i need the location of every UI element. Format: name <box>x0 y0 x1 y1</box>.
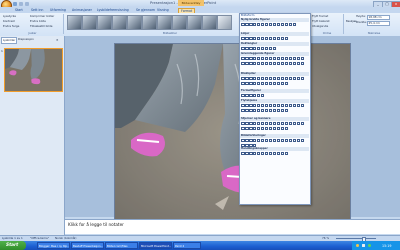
height-field[interactable]: 18,98 cm <box>367 14 390 20</box>
status-slide-count: Lysbilde 1 av 1 <box>2 236 23 240</box>
slide-thumbnail[interactable] <box>4 48 63 92</box>
gallery-category: Rektangler <box>240 42 309 46</box>
system-tray <box>352 241 400 250</box>
status-theme: "Office-tema" <box>30 236 50 240</box>
group-label-arrange: Ordne <box>322 31 332 35</box>
height-label: Høyde: <box>356 14 366 18</box>
network-icon[interactable] <box>356 243 359 247</box>
picture-style-2[interactable] <box>82 15 97 30</box>
group-label-styles: Bildestiler <box>163 31 177 35</box>
clock: 15:19 <box>382 243 392 248</box>
gallery-shape-row[interactable] <box>241 22 307 28</box>
contrast-button[interactable]: Kontrast <box>3 20 15 23</box>
recolor-button[interactable]: Endre farge <box>3 25 19 28</box>
tab-slideshow[interactable]: Lysbildefremvisning <box>97 8 129 13</box>
pane-close-icon[interactable]: ✕ <box>56 38 59 42</box>
group-label-size: Størrelse <box>367 31 381 35</box>
selection-pane-button[interactable]: Utvalgsrute <box>312 25 328 28</box>
tab-view[interactable]: Visning <box>157 8 169 13</box>
gallery-category: Bildeforklaringer <box>240 134 309 138</box>
gallery-category: Flytskjema <box>240 99 309 103</box>
ribbon-separator <box>63 14 64 34</box>
gallery-shape-row[interactable] <box>241 76 307 87</box>
picture-style-1[interactable] <box>67 15 82 30</box>
gallery-category: Handlingsknapper <box>240 147 309 151</box>
brightness-button[interactable]: Lysstyrke <box>3 15 16 18</box>
reset-picture-button[interactable]: Tilbakestill bilde <box>30 25 53 28</box>
taskbar-item[interactable]: Blogger: Bee i ny tilp... <box>37 242 70 249</box>
picture-style-8[interactable] <box>172 15 187 30</box>
tab-design[interactable]: Utforming <box>50 8 66 13</box>
gallery-category: Grunnleggende figurer <box>240 52 309 56</box>
gallery-shape-row[interactable] <box>241 121 307 132</box>
picture-style-4[interactable] <box>112 15 127 30</box>
start-button[interactable]: Start <box>0 241 26 250</box>
tab-start[interactable]: Start <box>15 8 23 13</box>
gallery-shape-row[interactable] <box>241 93 307 99</box>
gallery-shape-row[interactable] <box>241 36 307 42</box>
send-to-back-button[interactable]: Flytt bakerst <box>312 20 330 23</box>
gallery-category: Blokkpiler <box>240 72 309 76</box>
gallery-category: Linjer <box>240 32 309 36</box>
tab-outline[interactable]: Disposisjon <box>17 37 35 42</box>
shapes-gallery-header: Bildeform <box>241 13 255 17</box>
ribbon-separator <box>343 14 344 34</box>
context-tab-title: Bildeverktøy <box>178 0 204 6</box>
gallery-shape-row[interactable] <box>241 56 307 67</box>
picture-style-11[interactable] <box>217 15 232 30</box>
picture-style-10[interactable] <box>202 15 217 30</box>
picture-style-3[interactable] <box>97 15 112 30</box>
save-icon[interactable] <box>13 1 17 6</box>
slide-canvas[interactable] <box>114 43 351 221</box>
redo-icon[interactable] <box>25 1 29 6</box>
volume-icon[interactable] <box>362 243 365 247</box>
slide-number: 1 <box>1 49 3 53</box>
gallery-category: Stjerner og bannere <box>240 117 309 121</box>
picture-style-5[interactable] <box>127 15 142 30</box>
undo-icon[interactable] <box>19 1 23 6</box>
gallery-shape-row[interactable] <box>241 103 307 114</box>
taskbar-item[interactable]: Bilder.com/files <box>105 242 138 249</box>
width-label: Bredde: <box>356 20 367 24</box>
zoom-slider[interactable] <box>336 238 376 239</box>
picture-style-6[interactable] <box>142 15 157 30</box>
security-icon[interactable] <box>368 243 371 247</box>
status-zoom[interactable]: 76 % <box>322 236 329 240</box>
gallery-shape-row[interactable] <box>241 151 307 157</box>
taskbar-item-active[interactable]: Microsoft PowerPoint... <box>139 242 172 249</box>
tab-insert[interactable]: Sett inn <box>31 8 43 13</box>
taskbar-item[interactable]: Bestuff Presentasjon... <box>71 242 104 249</box>
status-language[interactable]: Norsk (bokmål) <box>55 236 76 240</box>
taskbar-item[interactable]: Paint 2 <box>173 242 201 249</box>
gallery-shape-row[interactable] <box>241 46 307 52</box>
picture-style-9[interactable] <box>187 15 202 30</box>
tab-review[interactable]: Se gjennom <box>136 8 155 13</box>
bring-to-front-button[interactable]: Flytt fremst <box>312 15 328 18</box>
change-picture-button[interactable]: Endre bilde <box>30 20 46 23</box>
tab-slides[interactable]: Lysbilder <box>1 37 18 44</box>
group-label-adjust: Juster <box>28 31 37 35</box>
width-field[interactable]: 25,4 cm <box>367 20 390 26</box>
crop-button[interactable]: Beskjær <box>346 20 357 23</box>
gallery-category: Nylig brukte figurer <box>240 18 309 22</box>
compress-pictures-button[interactable]: Komprimer bilder <box>30 15 54 18</box>
gallery-category: Formelfigurer <box>240 89 309 93</box>
slide-thumbnail-photo <box>5 49 62 91</box>
tab-animations[interactable]: Animasjoner <box>72 8 92 13</box>
slide-photo[interactable] <box>115 44 350 220</box>
picture-style-7[interactable] <box>157 15 172 30</box>
notes-placeholder: Klikk for å legge til notater <box>68 221 124 227</box>
